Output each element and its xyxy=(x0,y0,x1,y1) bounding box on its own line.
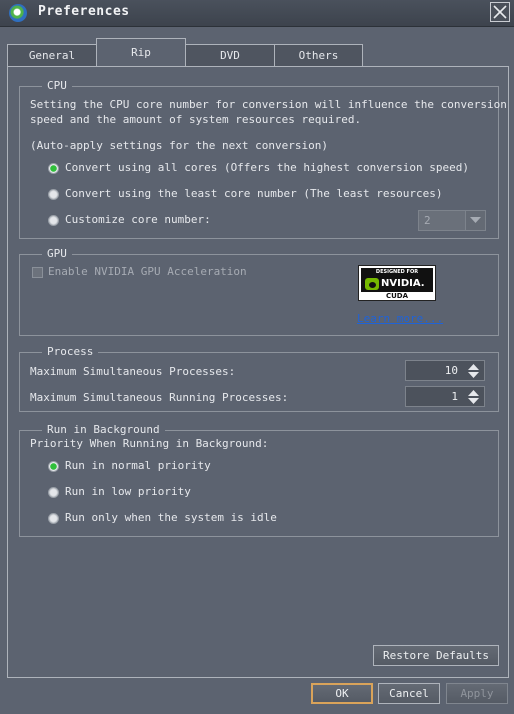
cpu-group-title: CPU xyxy=(42,79,72,92)
cpu-description-line-2: speed and the amount of system resources… xyxy=(30,113,362,126)
dropdown-arrow[interactable] xyxy=(465,211,485,230)
chevron-down-icon xyxy=(470,217,481,223)
cpu-description-line-1: Setting the CPU core number for conversi… xyxy=(30,98,507,111)
learn-more-link[interactable]: Learn more... xyxy=(357,312,443,325)
max-running-spinner[interactable]: 1 xyxy=(405,386,485,407)
title-bar: Preferences xyxy=(0,0,514,27)
close-icon xyxy=(493,5,507,19)
max-processes-value: 10 xyxy=(444,364,458,377)
radio-least-cores-label[interactable]: Convert using the least core number (The… xyxy=(65,187,443,200)
radio-all-cores-label[interactable]: Convert using all cores (Offers the high… xyxy=(65,161,469,174)
tab-rip[interactable]: Rip xyxy=(96,38,186,67)
app-logo-icon xyxy=(9,4,27,22)
radio-all-cores[interactable] xyxy=(48,163,59,174)
core-number-value: 2 xyxy=(424,214,431,227)
increment-arrow-icon[interactable] xyxy=(468,364,479,370)
radio-low-priority[interactable] xyxy=(48,487,59,498)
badge-brand: NVIDIA. xyxy=(381,278,425,289)
nvidia-cuda-logo: DESIGNED FOR NVIDIA. CUDA xyxy=(358,265,436,301)
radio-least-cores[interactable] xyxy=(48,189,59,200)
radio-customize-cores[interactable] xyxy=(48,215,59,226)
gpu-group-title: GPU xyxy=(42,247,72,260)
window-title: Preferences xyxy=(38,4,130,19)
badge-cuda: CUDA xyxy=(385,292,409,300)
apply-button[interactable]: Apply xyxy=(446,683,508,704)
max-running-label: Maximum Simultaneous Running Processes: xyxy=(30,391,289,404)
badge-designed-for: DESIGNED FOR xyxy=(361,268,433,276)
nvidia-gpu-checkbox-label[interactable]: Enable NVIDIA GPU Acceleration xyxy=(48,265,247,278)
tab-others[interactable]: Others xyxy=(274,44,363,67)
tab-dvd[interactable]: DVD xyxy=(185,44,275,67)
rip-settings-panel: CPU Setting the CPU core number for conv… xyxy=(7,66,509,678)
nvidia-gpu-checkbox[interactable] xyxy=(32,267,43,278)
max-processes-label: Maximum Simultaneous Processes: xyxy=(30,365,236,378)
increment-arrow-icon[interactable] xyxy=(468,390,479,396)
ok-button[interactable]: OK xyxy=(311,683,373,704)
max-running-value: 1 xyxy=(451,390,458,403)
close-button[interactable] xyxy=(490,2,510,22)
radio-normal-priority[interactable] xyxy=(48,461,59,472)
radio-low-priority-label[interactable]: Run in low priority xyxy=(65,485,191,498)
max-processes-spinner[interactable]: 10 xyxy=(405,360,485,381)
badge-brand-bar: NVIDIA. xyxy=(361,276,433,292)
background-group-title: Run in Background xyxy=(42,423,165,436)
radio-idle-priority[interactable] xyxy=(48,513,59,524)
restore-defaults-button[interactable]: Restore Defaults xyxy=(373,645,499,666)
decrement-arrow-icon[interactable] xyxy=(468,372,479,378)
nvidia-eye-icon xyxy=(365,278,379,290)
process-group-title: Process xyxy=(42,345,99,358)
core-number-select[interactable]: 2 xyxy=(418,210,486,231)
cancel-button[interactable]: Cancel xyxy=(378,683,440,704)
radio-normal-priority-label[interactable]: Run in normal priority xyxy=(65,459,211,472)
tab-general[interactable]: General xyxy=(7,44,97,67)
auto-apply-note: (Auto-apply settings for the next conver… xyxy=(30,139,329,152)
radio-customize-cores-label[interactable]: Customize core number: xyxy=(65,213,211,226)
radio-idle-priority-label[interactable]: Run only when the system is idle xyxy=(65,511,277,524)
decrement-arrow-icon[interactable] xyxy=(468,398,479,404)
priority-label: Priority When Running in Background: xyxy=(30,437,269,450)
